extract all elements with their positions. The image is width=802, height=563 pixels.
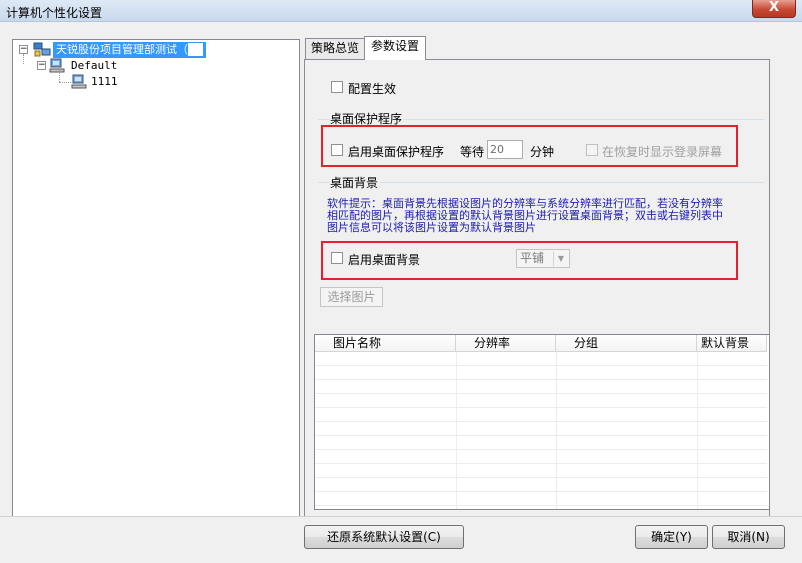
tree-default-label[interactable]: Default (71, 58, 117, 74)
collapse-icon[interactable]: − (37, 61, 46, 70)
restore-defaults-button[interactable]: 还原系统默认设置(C) (304, 525, 464, 549)
computer-group-icon (49, 58, 65, 73)
choose-image-button[interactable]: 选择图片 (320, 287, 383, 307)
minutes-unit-label: 分钟 (530, 145, 555, 159)
table-row[interactable] (315, 436, 767, 450)
computer-icon (71, 74, 87, 89)
column-header-default[interactable]: 默认背景 (697, 335, 767, 352)
table-row[interactable] (315, 492, 767, 506)
window-title: 计算机个性化设置 (6, 6, 103, 20)
show-login-checkbox[interactable] (586, 144, 598, 156)
wallpaper-hint-line-3: 图片信息可以将该图片设置为默认背景图片 (327, 221, 536, 234)
tree-panel[interactable]: − 天锐股份项目管理部测试（ ） − Default 1111 (12, 39, 300, 517)
table-row[interactable] (315, 380, 767, 394)
table-row[interactable] (315, 408, 767, 422)
cancel-button[interactable]: 取消(N) (712, 525, 785, 549)
dropdown-arrow-icon: ▼ (553, 251, 568, 266)
tab-parameters[interactable]: 参数设置 (364, 36, 426, 60)
wallpaper-position-value: 平铺 (520, 251, 545, 265)
wait-minutes-input[interactable]: 20 (487, 140, 523, 159)
table-row[interactable] (315, 478, 767, 492)
table-header: 图片名称 分辨率 分组 默认背景 (315, 335, 769, 352)
wallpaper-group-title: 桌面背景 (330, 174, 381, 191)
wallpaper-enable-label: 启用桌面背景 (348, 253, 421, 267)
tree-node-default[interactable]: − Default (35, 58, 235, 74)
ok-button[interactable]: 确定(Y) (635, 525, 708, 549)
tree-connector (59, 70, 60, 82)
table-row[interactable] (315, 464, 767, 478)
wait-label: 等待 (460, 145, 485, 159)
tree-root-text: 天锐股份项目管理部测试（ (56, 43, 188, 56)
network-icon (33, 42, 51, 57)
collapse-icon[interactable]: − (19, 45, 28, 54)
wallpaper-enable-checkbox[interactable] (331, 252, 343, 264)
redacted-text: ） (188, 43, 203, 56)
tab-overview[interactable]: 策略总览 (305, 38, 365, 59)
wallpaper-position-select[interactable]: 平铺 ▼ (516, 249, 570, 268)
group-divider (318, 182, 764, 183)
column-header-resolution[interactable]: 分辨率 (456, 335, 556, 352)
show-login-label: 在恢复时显示登录屏幕 (602, 145, 723, 159)
tree-connector (59, 82, 71, 83)
table-row[interactable] (315, 422, 767, 436)
table-row[interactable] (315, 450, 767, 464)
tree-1111-label[interactable]: 1111 (91, 74, 118, 90)
config-enable-label: 配置生效 (348, 82, 397, 96)
table-row[interactable] (315, 352, 767, 366)
screensaver-enable-label: 启用桌面保护程序 (348, 145, 445, 159)
screensaver-enable-checkbox[interactable] (331, 144, 343, 156)
close-button[interactable]: X (752, 0, 796, 18)
footer-divider (0, 516, 802, 517)
table-row[interactable] (315, 394, 767, 408)
table-row[interactable] (315, 366, 767, 380)
dialog-client: − 天锐股份项目管理部测试（ ） − Default 1111 策略总览 参数设… (0, 22, 802, 563)
tree-root-label[interactable]: 天锐股份项目管理部测试（ ） (53, 42, 206, 58)
tree-node-root[interactable]: − 天锐股份项目管理部测试（ ） (17, 42, 297, 58)
image-table[interactable]: 图片名称 分辨率 分组 默认背景 (314, 334, 770, 510)
tree-node-1111[interactable]: 1111 (71, 74, 191, 90)
column-header-name[interactable]: 图片名称 (315, 335, 456, 352)
column-header-group[interactable]: 分组 (556, 335, 697, 352)
title-bar: 计算机个性化设置 X (0, 0, 802, 22)
tree-connector (23, 54, 24, 64)
config-enable-checkbox[interactable] (331, 81, 343, 93)
